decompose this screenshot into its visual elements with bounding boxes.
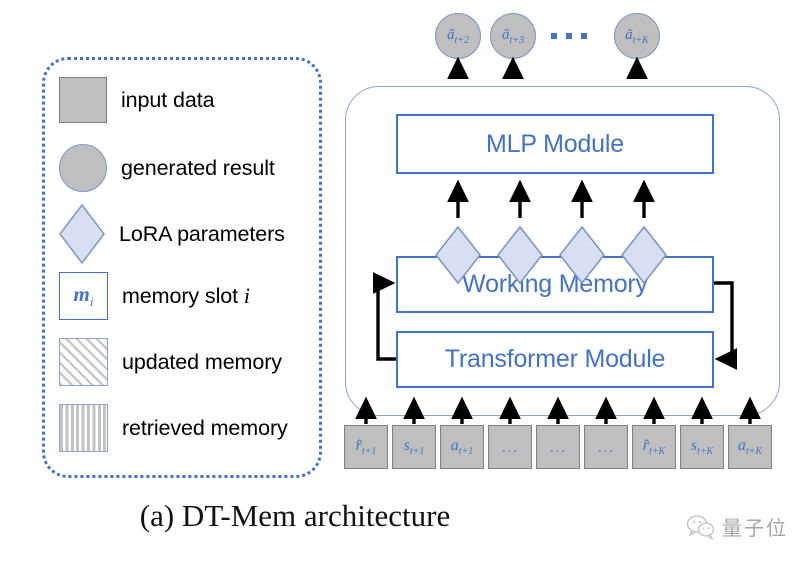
memory-slot-box-icon: mi [59, 272, 108, 320]
legend-item-updated-memory: updated memory [59, 334, 282, 390]
output-ellipsis [551, 33, 587, 39]
legend-label-generated-result: generated result [121, 155, 275, 180]
generated-result-node-3: ãt+K [614, 13, 660, 59]
output-arrows [447, 56, 648, 80]
legend-label-memory-slot: memory slot i [122, 283, 250, 308]
updated-memory-hatch-icon [59, 338, 108, 386]
input-token-8-label: st+K [690, 436, 714, 458]
input-token-7-label: r̂t+K [642, 436, 666, 458]
input-token-3: at+1 [440, 425, 484, 469]
legend-item-lora-parameters: LoRA parameters [59, 204, 285, 264]
legend-item-retrieved-memory: retrieved memory [59, 400, 288, 456]
watermark-text: 量子位 [722, 518, 788, 540]
legend-item-memory-slot: mi memory slot i [59, 268, 250, 324]
input-token-6: ... [584, 425, 628, 469]
lora-diamond-4-icon [621, 226, 667, 284]
transformer-module-label: Transformer Module [444, 345, 666, 373]
memory-slot-symbol: mi [73, 281, 94, 310]
input-token-7: r̂t+K [632, 425, 676, 469]
input-token-3-label: at+1 [450, 436, 474, 458]
legend-item-input-data: input data [59, 72, 215, 128]
generated-result-3-label: ãt+K [625, 26, 649, 46]
input-token-8: st+K [680, 425, 724, 469]
retrieved-memory-stripe-icon [59, 404, 108, 452]
generated-result-2-label: ãt+3 [501, 26, 525, 46]
legend-label-retrieved-memory: retrieved memory [122, 415, 288, 440]
input-token-1: r̂t+1 [344, 425, 388, 469]
input-data-square-icon [59, 77, 107, 123]
input-token-2: st+1 [392, 425, 436, 469]
transformer-module-box: Transformer Module [396, 331, 714, 388]
lora-diamond-2-icon [497, 226, 543, 284]
legend-item-generated-result: generated result [59, 140, 275, 196]
input-token-4: ... [488, 425, 532, 469]
lora-diamond-3-icon [559, 226, 605, 284]
working-memory-label: Working Memory [462, 270, 648, 298]
generated-result-node-1: ãt+2 [435, 13, 481, 59]
input-token-6-label: ... [597, 437, 615, 456]
input-token-1-label: r̂t+1 [355, 436, 377, 458]
input-token-2-label: st+1 [403, 436, 425, 458]
lora-diamond-icon [59, 204, 105, 264]
diagram-canvas: input data generated result LoRA paramet… [0, 0, 812, 564]
generated-result-circle-icon [59, 144, 107, 192]
legend-label-lora-parameters: LoRA parameters [119, 221, 285, 246]
generated-result-node-2: ãt+3 [490, 13, 536, 59]
lora-diamond-1-icon [435, 226, 481, 284]
input-token-4-label: ... [501, 437, 519, 456]
mlp-module-label: MLP Module [486, 129, 624, 158]
input-token-9: at+K [728, 425, 772, 469]
figure-caption: (a) DT-Mem architecture [139, 498, 451, 533]
legend-label-updated-memory: updated memory [122, 349, 282, 374]
input-token-9-label: at+K [737, 436, 763, 458]
wechat-logo-icon [686, 514, 715, 540]
watermark: 量子位 [686, 512, 788, 541]
input-token-5: ... [536, 425, 580, 469]
generated-result-1-label: ãt+2 [446, 26, 470, 46]
input-token-5-label: ... [549, 437, 567, 456]
mlp-module-box: MLP Module [396, 114, 714, 174]
legend-panel: input data generated result LoRA paramet… [42, 57, 322, 478]
legend-label-input-data: input data [121, 87, 215, 112]
